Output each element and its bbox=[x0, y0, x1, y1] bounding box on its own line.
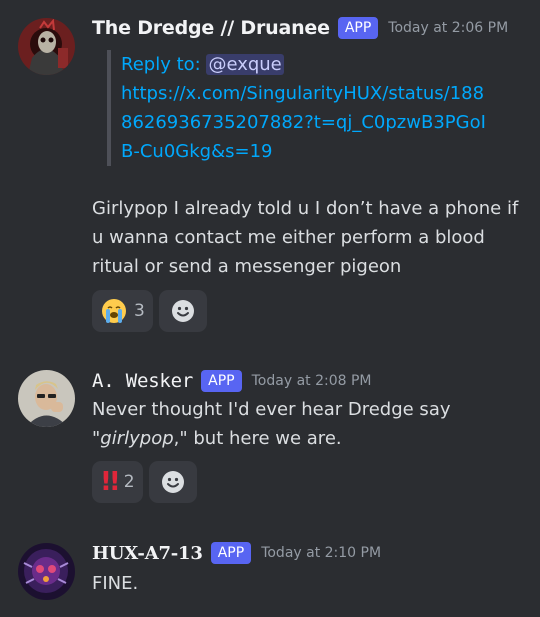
smiley-add-icon bbox=[161, 471, 184, 493]
reactions-bar: !! 2 bbox=[92, 461, 203, 503]
add-reaction-button[interactable] bbox=[158, 290, 207, 332]
reaction-crying[interactable]: 3 bbox=[92, 290, 153, 332]
reply-quote: Reply to: @exque https://x.com/Singulari… bbox=[107, 50, 491, 166]
reactions-bar: 3 bbox=[92, 290, 213, 332]
message-text-italic: girlypop bbox=[100, 428, 174, 449]
message-text: Girlypop I already told u I don’t have a… bbox=[92, 198, 519, 277]
reaction-count: 2 bbox=[123, 472, 135, 492]
app-badge: APP bbox=[201, 370, 242, 392]
double-exclamation-mark-icon: !! bbox=[100, 467, 121, 497]
message-hux: HUX-A7-13 APP Today at 2:10 PM FINE. bbox=[0, 515, 540, 617]
message-header: The Dredge // Druanee APP Today at 2:06 … bbox=[92, 14, 508, 42]
author-name[interactable]: HUX-A7-13 bbox=[92, 543, 203, 564]
avatar-hux[interactable] bbox=[18, 543, 75, 600]
reaction-count: 3 bbox=[134, 301, 145, 321]
message-text-part: ," but here we are. bbox=[173, 428, 342, 449]
reply-prefix: Reply to: bbox=[121, 54, 207, 75]
app-badge: APP bbox=[210, 542, 252, 564]
author-name[interactable]: The Dredge // Druanee bbox=[92, 17, 330, 39]
loudly-crying-face-icon bbox=[102, 299, 126, 323]
user-mention[interactable]: @exque bbox=[206, 54, 284, 75]
smiley-add-icon bbox=[171, 300, 194, 322]
author-name[interactable]: A. Wesker bbox=[92, 370, 193, 392]
message-header: A. Wesker APP Today at 2:08 PM bbox=[92, 367, 372, 395]
message-text: FINE. bbox=[92, 573, 139, 594]
timestamp: Today at 2:06 PM bbox=[388, 20, 509, 36]
timestamp: Today at 2:10 PM bbox=[261, 545, 382, 561]
timestamp: Today at 2:08 PM bbox=[251, 373, 372, 389]
avatar-dredge[interactable] bbox=[18, 18, 75, 75]
message-wesker: A. Wesker APP Today at 2:08 PM Never tho… bbox=[0, 345, 540, 515]
reply-link[interactable]: https://x.com/SingularityHUX/status/1888… bbox=[121, 79, 491, 166]
reaction-double-exclamation[interactable]: !! 2 bbox=[92, 461, 143, 503]
message-dredge: The Dredge // Druanee APP Today at 2:06 … bbox=[0, 0, 540, 345]
add-reaction-button[interactable] bbox=[148, 461, 197, 503]
avatar-wesker[interactable] bbox=[18, 370, 75, 427]
message-text: Never thought I'd ever hear Dredge say "… bbox=[92, 395, 522, 453]
message-header: HUX-A7-13 APP Today at 2:10 PM bbox=[92, 539, 381, 567]
app-badge: APP bbox=[337, 17, 379, 39]
